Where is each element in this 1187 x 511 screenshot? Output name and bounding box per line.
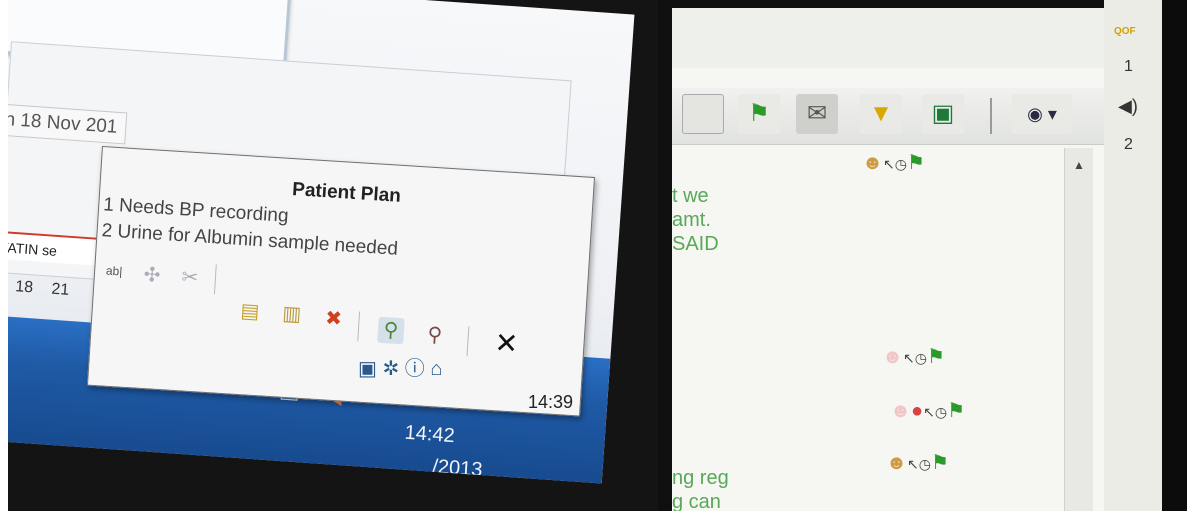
plan-item: 2 Urine for Albumin sample needed: [101, 220, 399, 260]
zoom-check-icon[interactable]: ⚲: [377, 316, 405, 345]
note-line: ng reg: [672, 467, 729, 489]
scroll-up-icon[interactable]: ▲: [1073, 158, 1085, 172]
note-line: t we: [672, 185, 709, 207]
statin-label: STATIN se: [8, 238, 58, 259]
toolbar-separator: [357, 311, 361, 342]
window-header-area: [672, 8, 1117, 68]
side-panel: QOF 1 ◀) 2: [1104, 0, 1162, 511]
eye-icon[interactable]: ◉ ▾: [1012, 94, 1072, 134]
monitor-bezel: [1162, 0, 1187, 511]
patient-plan-popup: Patient Plan 1 Needs BP recording 2 Urin…: [86, 146, 596, 417]
clock-icon: ↖◷: [883, 156, 907, 172]
note-line: SAID: [672, 233, 719, 255]
person-icon: ☻: [886, 452, 908, 474]
vertical-scrollbar[interactable]: ▲: [1064, 148, 1093, 511]
qof-label[interactable]: QOF: [1114, 26, 1136, 37]
delete-icon[interactable]: ✖: [320, 305, 348, 333]
new-note-icon[interactable]: ▤: [236, 298, 264, 326]
zoom-document-icon[interactable]: ⚲: [421, 321, 449, 349]
note-line: amt.: [672, 209, 711, 231]
clock-icon: ↖◷: [923, 404, 948, 420]
rename-icon[interactable]: ab|: [100, 257, 128, 285]
left-monitor: n 18 Nov 201 STATIN se 8 18 21 ⚡ ☺ ▲ ⎙ ⚑…: [8, 0, 658, 511]
taskbar-clock-date[interactable]: /2013: [432, 456, 483, 482]
green-flag-icon: ⚑: [927, 346, 945, 368]
mail-icon[interactable]: ✉: [796, 94, 838, 134]
notes-text-top: t we amt. SAID: [672, 184, 719, 256]
green-flag-icon: ⚑: [947, 400, 966, 422]
right-monitor: ⚑ ✉ ▼ ▣ ◉ ▾ t we amt. SAID ng reg g can …: [658, 0, 1187, 511]
save-icon[interactable]: ▣: [922, 94, 964, 134]
person-icon: ☻: [882, 346, 904, 368]
app-tray-icons[interactable]: ▣ ✲ ⓘ ⌂: [358, 352, 498, 381]
notes-text-bottom: ng reg g can: [672, 466, 729, 511]
toolbar-separator: [213, 264, 217, 295]
status-row[interactable]: ☻●↖◷⚑: [890, 398, 965, 423]
clipboard-icon[interactable]: ▥: [278, 300, 306, 328]
taskbar-clock-time[interactable]: 14:42: [404, 422, 455, 448]
person-icon: ☻: [862, 152, 884, 174]
row-numbers: 8 18 21: [8, 276, 70, 299]
filter-icon[interactable]: ▼: [860, 94, 902, 134]
clock-icon: ↖◷: [907, 456, 931, 472]
status-row[interactable]: ☻↖◷⚑: [862, 150, 925, 175]
lips-icon: ●: [911, 400, 924, 422]
right-screen: ⚑ ✉ ▼ ▣ ◉ ▾ t we amt. SAID ng reg g can …: [672, 8, 1117, 511]
person-icon: ☻: [890, 400, 912, 422]
green-flag-icon: ⚑: [931, 452, 949, 474]
note-line: g can: [672, 491, 721, 511]
green-flag-icon[interactable]: ⚑: [738, 94, 780, 134]
side-count: 1: [1124, 58, 1133, 75]
pin-icon[interactable]: ✣: [138, 262, 166, 290]
clock-icon: ↖◷: [903, 350, 927, 366]
status-row[interactable]: ☻↖◷⚑: [882, 344, 945, 369]
green-flag-icon: ⚑: [907, 152, 925, 174]
cut-icon[interactable]: ✂: [176, 264, 204, 292]
status-row[interactable]: ☻↖◷⚑: [886, 450, 949, 475]
speaker-icon[interactable]: ◀): [1118, 96, 1138, 117]
toolbar: ⚑ ✉ ▼ ▣ ◉ ▾: [672, 88, 1117, 145]
blank-button-icon[interactable]: [682, 94, 724, 134]
side-count: 2: [1124, 136, 1133, 153]
inner-clock: 14:39: [528, 392, 574, 412]
toolbar-separator: [990, 98, 992, 134]
